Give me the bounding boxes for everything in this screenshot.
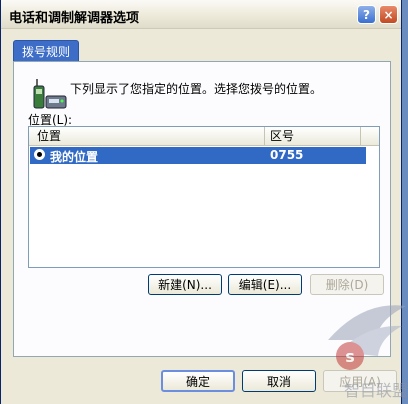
list-header: 位置 区号 bbox=[29, 127, 379, 146]
svg-text:智目联盟: 智目联盟 bbox=[344, 381, 408, 400]
column-header-location[interactable]: 位置 bbox=[29, 127, 265, 145]
cancel-button[interactable]: 取消 bbox=[242, 370, 316, 392]
ok-button[interactable]: 确定 bbox=[161, 370, 235, 392]
window-title: 电话和调制解调器选项 bbox=[9, 11, 140, 26]
intro-text: 下列显示了您指定的位置。选择您拨号的位置。 bbox=[70, 82, 323, 96]
watermark-logo: s 智目联盟 bbox=[328, 305, 408, 400]
tab-dialing-rules[interactable]: 拨号规则 bbox=[13, 40, 79, 62]
close-button[interactable]: × bbox=[379, 5, 398, 24]
help-icon: ? bbox=[363, 7, 370, 22]
column-header-area-code[interactable]: 区号 bbox=[265, 127, 361, 145]
location-name: 我的位置 bbox=[50, 150, 99, 164]
phone-modem-icon bbox=[33, 79, 67, 109]
table-row[interactable]: 我的位置 0755 bbox=[30, 147, 366, 164]
tab-label: 拨号规则 bbox=[21, 45, 70, 59]
help-button[interactable]: ? bbox=[357, 5, 376, 24]
title-bar: 电话和调制解调器选项 ? × bbox=[1, 0, 401, 29]
selected-location-radio-icon bbox=[34, 149, 45, 160]
edit-button[interactable]: 编辑(E)... bbox=[228, 274, 302, 295]
delete-button[interactable]: 删除(D) bbox=[310, 274, 384, 295]
svg-text:s: s bbox=[345, 347, 355, 366]
close-icon: × bbox=[383, 7, 394, 22]
locations-list[interactable]: 位置 区号 我的位置 0755 bbox=[28, 126, 380, 268]
new-button[interactable]: 新建(N)... bbox=[148, 274, 222, 295]
location-area-code: 0755 bbox=[270, 148, 304, 162]
